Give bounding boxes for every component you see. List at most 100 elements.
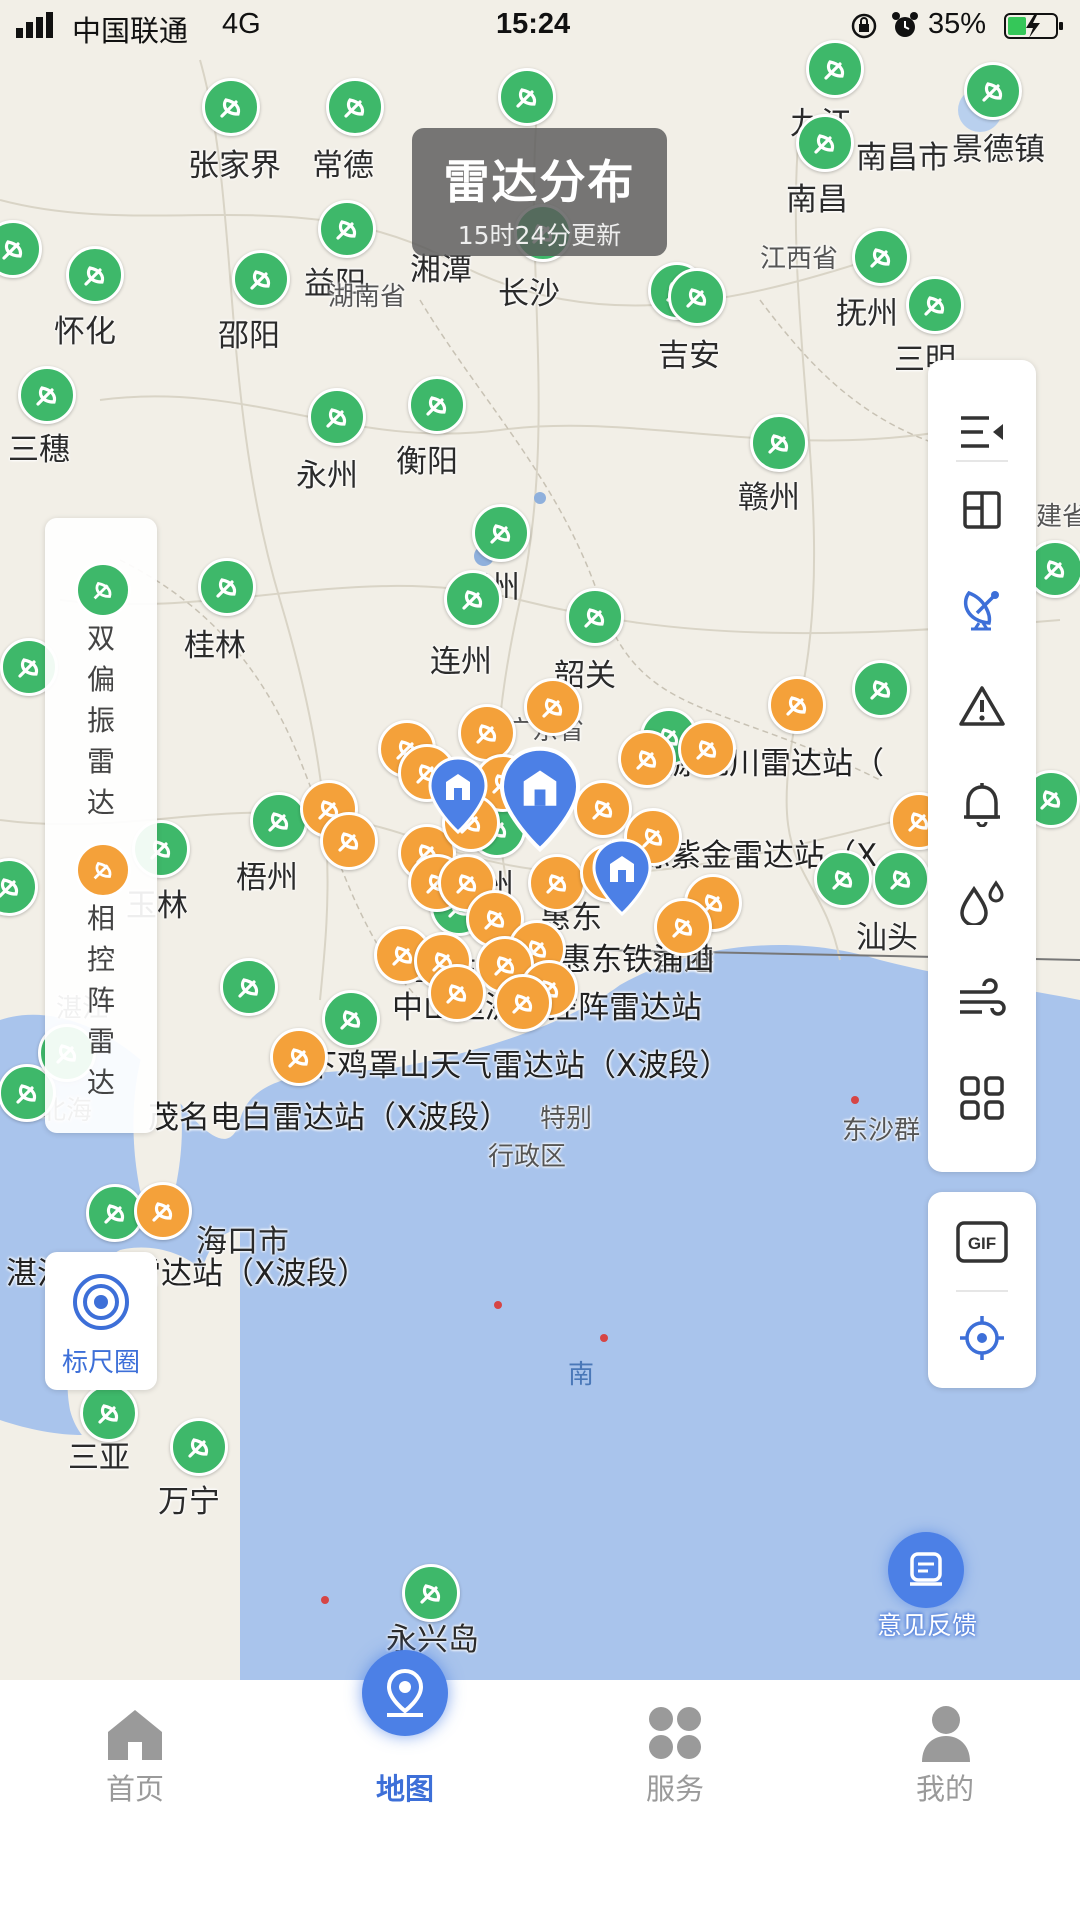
dual-polar-radar-marker[interactable] (198, 558, 256, 616)
radar-dish-icon[interactable] (952, 578, 1012, 638)
tab-mine[interactable]: 我的 (810, 1680, 1080, 1810)
phased-array-radar-marker[interactable] (494, 974, 552, 1032)
map-title-card: 雷达分布 15时24分更新 (412, 128, 667, 256)
clock: 15:24 (496, 8, 571, 40)
city-label: 常德 (312, 148, 374, 184)
tab-label: 服务 (645, 1772, 704, 1806)
collapse-list-icon[interactable] (952, 402, 1012, 462)
tab-home[interactable]: 首页 (0, 1680, 270, 1810)
dual-polar-radar-marker[interactable] (202, 78, 260, 136)
map-toolbar-secondary: GIF (928, 1192, 1036, 1388)
dual-polar-radar-marker[interactable] (566, 588, 624, 646)
dual-polar-radar-marker[interactable] (232, 250, 290, 308)
city-label: 永州 (296, 458, 358, 494)
dual-polar-radar-marker[interactable] (668, 268, 726, 326)
legend-label-phased-array: 相控阵雷达 (86, 902, 115, 1099)
dual-polar-radar-marker[interactable] (80, 1384, 138, 1442)
phased-array-radar-marker[interactable] (618, 730, 676, 788)
dual-polar-radar-marker[interactable] (872, 850, 930, 908)
dual-polar-legend-icon (75, 562, 131, 618)
legend-label-dual-polar: 双偏振雷达 (86, 622, 115, 819)
dual-polar-radar-marker[interactable] (408, 376, 466, 434)
phased-array-radar-marker[interactable] (528, 854, 586, 912)
city-label: 邵阳 (218, 318, 280, 354)
dual-polar-radar-marker[interactable] (326, 78, 384, 136)
dual-polar-radar-marker[interactable] (814, 850, 872, 908)
city-label: 衡阳 (396, 444, 458, 480)
dual-polar-radar-marker[interactable] (18, 366, 76, 424)
tab-label: 我的 (915, 1772, 974, 1806)
dual-polar-radar-marker[interactable] (906, 276, 964, 334)
battery-percent: 35% (928, 8, 987, 40)
city-label: 张家界 (188, 148, 281, 184)
layout-icon[interactable] (952, 480, 1012, 540)
dual-polar-radar-marker[interactable] (308, 388, 366, 446)
map-tab-icon[interactable] (362, 1650, 448, 1736)
radar-cluster-pin[interactable] (590, 838, 654, 916)
map-toolbar (928, 360, 1036, 1172)
dual-polar-radar-marker[interactable] (964, 62, 1022, 120)
dual-polar-radar-marker[interactable] (472, 504, 530, 562)
radar-cluster-pin[interactable] (494, 746, 586, 852)
network-type: 4G (222, 8, 261, 40)
phased-array-radar-marker[interactable] (320, 812, 378, 870)
battery-charging-icon (1004, 13, 1063, 39)
dual-polar-radar-marker[interactable] (796, 114, 854, 172)
dual-polar-radar-marker[interactable] (498, 68, 556, 126)
locate-icon[interactable] (952, 1308, 1012, 1368)
status-bar: 中国联通 4G 15:24 35% (0, 0, 1080, 54)
rain-drops-icon[interactable] (952, 872, 1012, 932)
phased-array-radar-marker[interactable] (768, 676, 826, 734)
city-label: 汕头 (856, 920, 918, 956)
dual-polar-radar-marker[interactable] (220, 958, 278, 1016)
phased-array-radar-marker[interactable] (654, 898, 712, 956)
bottom-tab-bar: 首页 地图 服务 我的 (0, 1680, 1080, 1920)
dual-polar-radar-marker[interactable] (66, 246, 124, 304)
feedback-button[interactable]: 意见反馈 (862, 1532, 992, 1642)
phased-array-radar-marker[interactable] (134, 1182, 192, 1240)
wind-icon[interactable] (952, 970, 1012, 1030)
dual-polar-radar-marker[interactable] (402, 1564, 460, 1622)
city-label: 长沙 (498, 276, 560, 312)
dual-polar-radar-marker[interactable] (444, 570, 502, 628)
page-title: 雷达分布 (443, 155, 636, 209)
dual-polar-radar-marker[interactable] (852, 660, 910, 718)
gif-label: GIF (968, 1234, 996, 1253)
ruler-circle-button[interactable]: 标尺圈 (45, 1252, 157, 1390)
tab-label: 地图 (375, 1772, 434, 1806)
target-circle-icon (73, 1274, 129, 1330)
tab-label: 首页 (105, 1772, 164, 1806)
warning-icon[interactable] (952, 676, 1012, 736)
phased-array-radar-marker[interactable] (678, 720, 736, 778)
city-label: 万宁 (158, 1484, 220, 1520)
rotation-lock-icon (851, 13, 877, 39)
gif-animation-button[interactable]: GIF (952, 1212, 1012, 1272)
home-icon (108, 1710, 162, 1760)
ruler-label: 标尺圈 (61, 1348, 140, 1378)
phased-array-radar-marker[interactable] (524, 678, 582, 736)
grid-apps-icon[interactable] (952, 1068, 1012, 1128)
city-label: 赣州 (738, 480, 800, 516)
phased-array-legend-icon (75, 842, 131, 898)
phased-array-radar-marker[interactable] (428, 964, 486, 1022)
radar-legend: 双偏振雷达 相控阵雷达 (45, 518, 157, 1133)
radar-station-label: 茂名电白雷达站（X波段） (148, 1100, 511, 1136)
city-label: 南昌市 (856, 140, 949, 176)
city-label: 湖南省 (328, 282, 407, 312)
city-label: 景德镇 (952, 132, 1045, 168)
signal-icon (16, 12, 53, 38)
dual-polar-radar-marker[interactable] (750, 414, 808, 472)
tab-services[interactable]: 服务 (540, 1680, 810, 1810)
phased-array-radar-marker[interactable] (270, 1028, 328, 1086)
city-label: 抚州 (836, 296, 898, 332)
dual-polar-radar-marker[interactable] (322, 990, 380, 1048)
bell-icon[interactable] (952, 774, 1012, 834)
city-label: 东沙群 (842, 1116, 921, 1146)
radar-cluster-pin[interactable] (426, 756, 490, 834)
dual-polar-radar-marker[interactable] (318, 200, 376, 258)
dual-polar-radar-marker[interactable] (852, 228, 910, 286)
feedback-icon (888, 1532, 964, 1608)
dual-polar-radar-marker[interactable] (250, 792, 308, 850)
city-label: 吉安 (658, 338, 720, 374)
dual-polar-radar-marker[interactable] (170, 1418, 228, 1476)
